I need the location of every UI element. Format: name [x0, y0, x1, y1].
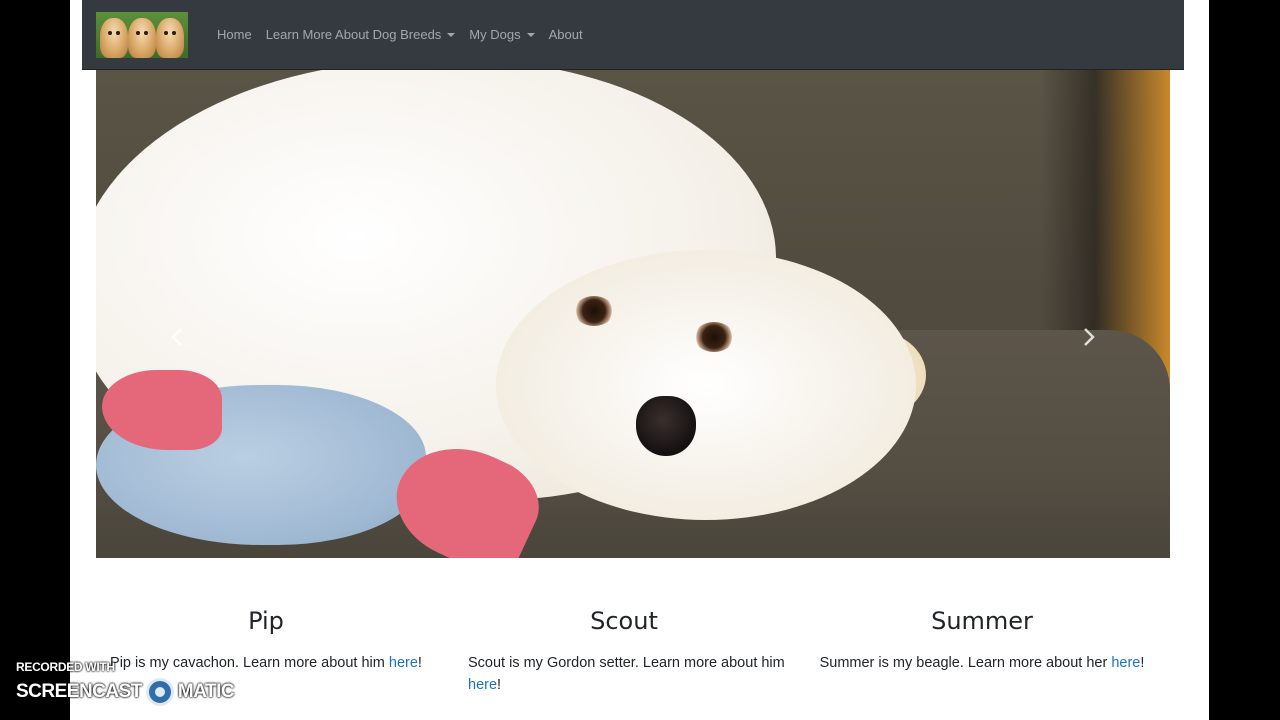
- caret-down-icon: [526, 33, 535, 37]
- puppy-image: [156, 18, 184, 58]
- nav-my-dogs-label: My Dogs: [469, 27, 521, 42]
- brand-logo[interactable]: [96, 12, 188, 58]
- nav-home-label: Home: [217, 27, 252, 42]
- carousel-prev-button[interactable]: [162, 322, 192, 352]
- puppy-image: [100, 18, 128, 58]
- dog-card-pip: Pip Pip is my cavachon. Learn more about…: [96, 600, 436, 674]
- puppy-image: [128, 18, 156, 58]
- dog-description-suffix: !: [1140, 655, 1145, 671]
- carousel: [96, 70, 1170, 558]
- dog-description: Summer is my beagle. Learn more about he…: [812, 652, 1152, 674]
- nav-about-label: About: [548, 27, 583, 42]
- dog-card-scout: Scout Scout is my Gordon setter. Learn m…: [454, 600, 794, 696]
- page: Home Learn More About Dog Breeds My Dogs…: [70, 0, 1209, 720]
- dog-nose: [636, 396, 696, 456]
- dog-description-text: Summer is my beagle. Learn more about he…: [819, 655, 1112, 671]
- dog-description-suffix: !: [417, 655, 422, 671]
- dog-name-heading: Pip: [248, 607, 284, 635]
- dog-card-summer: Summer Summer is my beagle. Learn more a…: [812, 600, 1152, 674]
- dog-description-text: Pip is my cavachon. Learn more about him: [110, 655, 389, 671]
- nav-dog-breeds-label: Learn More About Dog Breeds: [265, 27, 442, 42]
- nav-dog-breeds-dropdown[interactable]: Learn More About Dog Breeds: [259, 27, 463, 42]
- dog-description-text: Scout is my Gordon setter. Learn more ab…: [468, 655, 785, 671]
- dog-description: Scout is my Gordon setter. Learn more ab…: [454, 652, 794, 696]
- summer-here-link[interactable]: here: [1111, 655, 1140, 671]
- dog-name-heading: Summer: [931, 607, 1033, 635]
- chevron-left-icon: [171, 328, 182, 346]
- dog-description-suffix: !: [497, 677, 502, 693]
- scout-here-link[interactable]: here: [468, 677, 497, 693]
- dog-head: [496, 250, 916, 520]
- navbar: Home Learn More About Dog Breeds My Dogs…: [82, 0, 1184, 70]
- carousel-next-button[interactable]: [1074, 322, 1104, 352]
- nav-links: Home Learn More About Dog Breeds My Dogs…: [210, 0, 590, 69]
- nav-my-dogs-dropdown[interactable]: My Dogs: [462, 27, 541, 42]
- dog-cards: Pip Pip is my cavachon. Learn more about…: [96, 600, 1170, 720]
- chevron-right-icon: [1084, 328, 1095, 346]
- pip-here-link[interactable]: here: [389, 655, 418, 671]
- nav-about[interactable]: About: [542, 27, 590, 42]
- dog-name-heading: Scout: [590, 607, 658, 635]
- nav-home[interactable]: Home: [210, 27, 259, 42]
- dog-eye: [694, 322, 734, 352]
- dog-description: Pip is my cavachon. Learn more about him…: [96, 652, 436, 674]
- caret-down-icon: [447, 33, 456, 37]
- dog-eye: [574, 296, 614, 326]
